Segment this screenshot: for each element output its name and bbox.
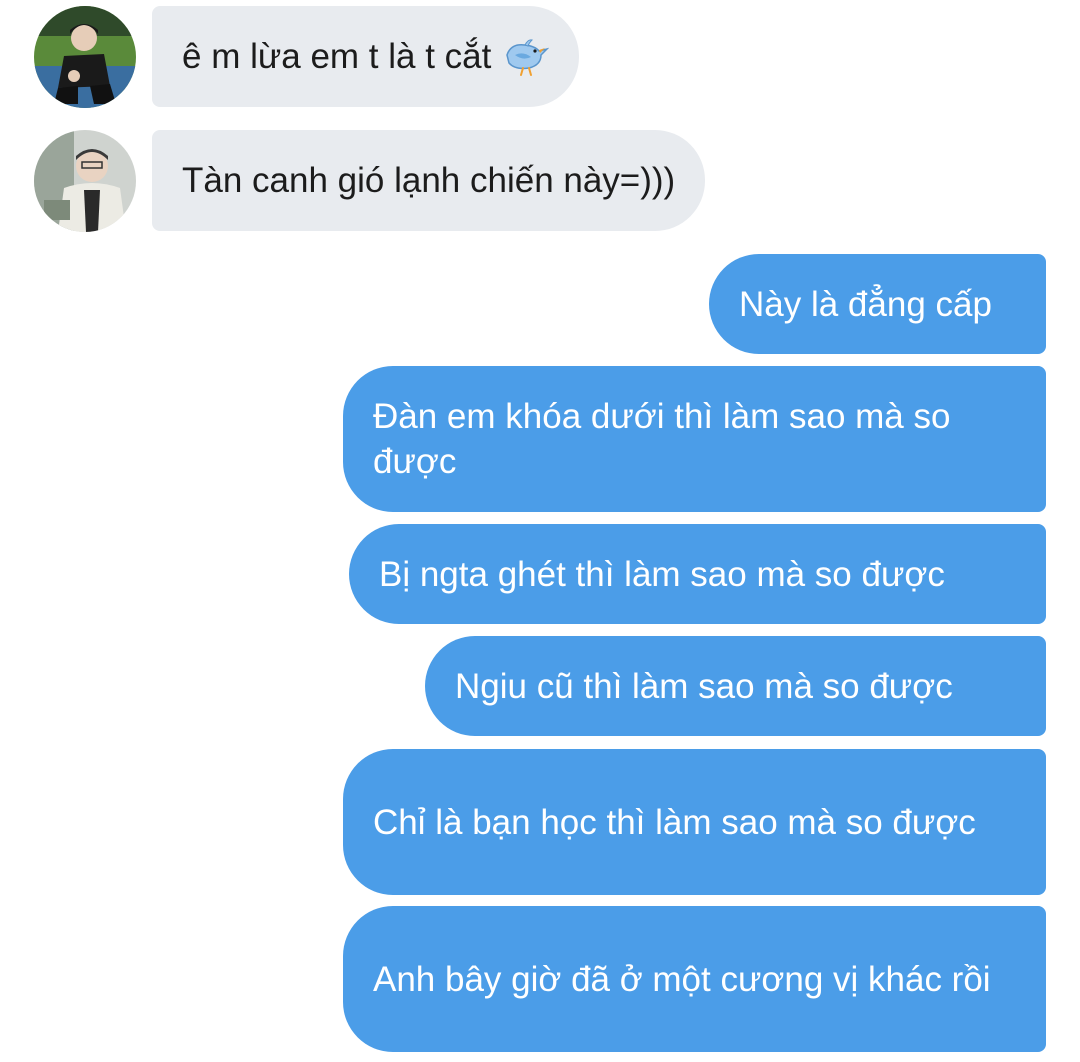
outgoing-message-5[interactable]: Chỉ là bạn học thì làm sao mà so được bbox=[343, 749, 1046, 895]
outgoing-message-1[interactable]: Này là đẳng cấp bbox=[709, 254, 1046, 354]
outgoing-message-4-text: Ngiu cũ thì làm sao mà so được bbox=[455, 666, 953, 706]
outgoing-message-4[interactable]: Ngiu cũ thì làm sao mà so được bbox=[425, 636, 1046, 736]
outgoing-message-1-text: Này là đẳng cấp bbox=[739, 284, 992, 324]
outgoing-message-5-text: Chỉ là bạn học thì làm sao mà so được bbox=[373, 802, 976, 842]
sender-avatar-2[interactable] bbox=[34, 130, 136, 232]
incoming-message-1-text: ê m lừa em t là t cắt bbox=[182, 37, 492, 76]
outgoing-message-6-text: Anh bây giờ đã ở một cương vị khác rồi bbox=[373, 959, 991, 999]
incoming-message-2-text: Tàn canh gió lạnh chiến này=))) bbox=[182, 161, 676, 200]
incoming-message-1[interactable]: ê m lừa em t là t cắt bbox=[152, 6, 580, 107]
sender-avatar-1[interactable] bbox=[34, 6, 136, 108]
outgoing-message-3-text: Bị ngta ghét thì làm sao mà so được bbox=[379, 554, 945, 594]
outgoing-message-3[interactable]: Bị ngta ghét thì làm sao mà so được bbox=[349, 524, 1046, 624]
outgoing-message-2-text: Đàn em khóa dưới thì làm sao mà so được bbox=[373, 397, 951, 481]
incoming-message-2[interactable]: Tàn canh gió lạnh chiến này=))) bbox=[152, 130, 706, 231]
avatar-photo-icon bbox=[34, 6, 136, 108]
bird-icon bbox=[501, 35, 550, 79]
avatar-photo-icon bbox=[34, 130, 136, 232]
outgoing-message-2[interactable]: Đàn em khóa dưới thì làm sao mà so được bbox=[343, 366, 1046, 512]
outgoing-message-6[interactable]: Anh bây giờ đã ở một cương vị khác rồi bbox=[343, 906, 1046, 1052]
